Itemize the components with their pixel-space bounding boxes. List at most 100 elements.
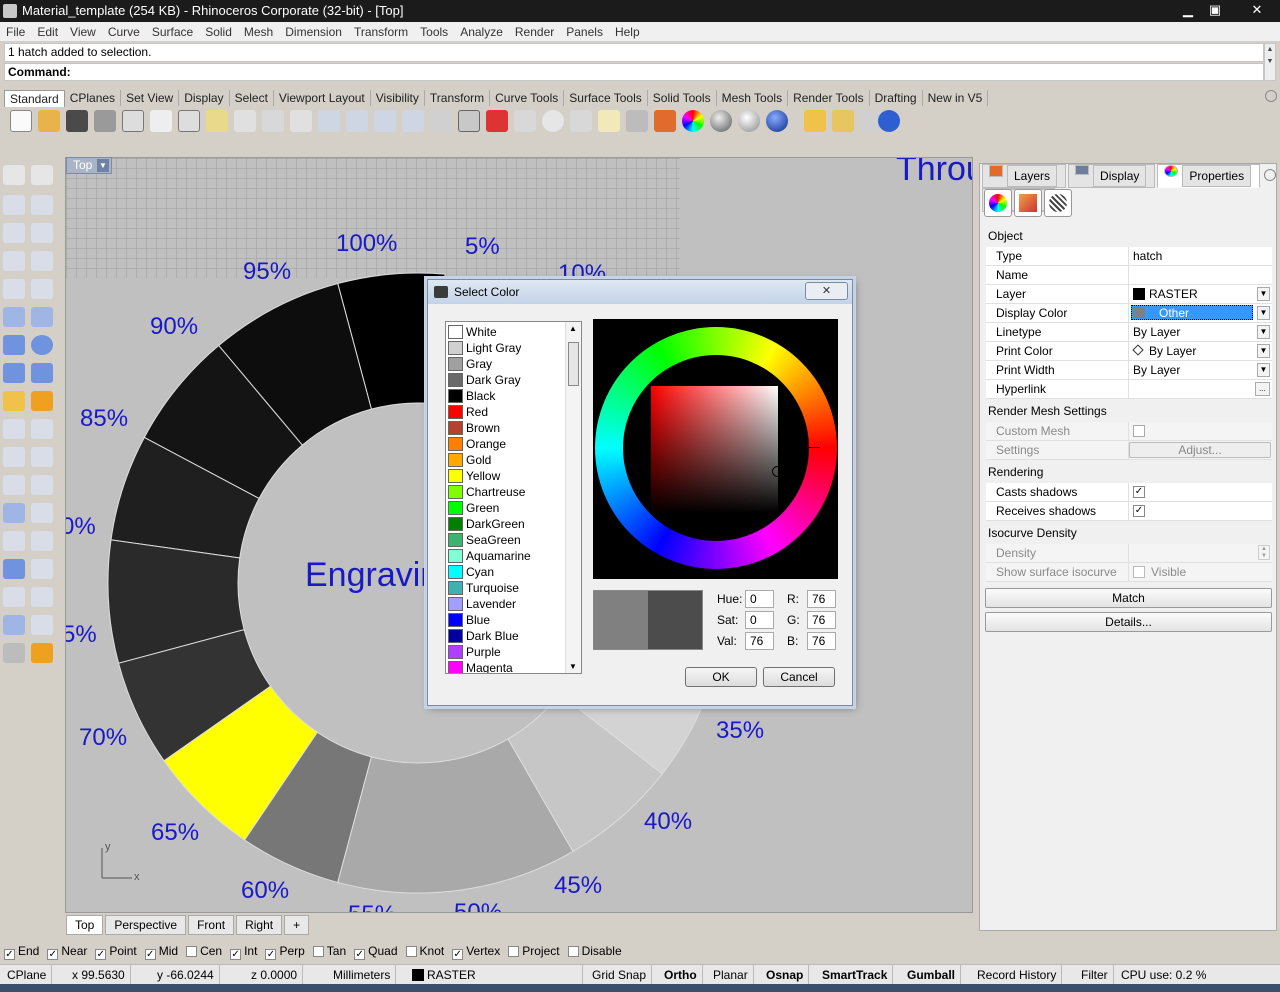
hue-marker[interactable] (808, 447, 820, 448)
adjust-button[interactable]: Adjust... (1129, 442, 1271, 458)
color-list-item[interactable]: Lavender (448, 596, 566, 612)
hyperlink-field[interactable]: ... (1128, 380, 1272, 398)
tab-select[interactable]: Select (230, 90, 274, 106)
new-file-icon[interactable] (10, 110, 32, 132)
check-icon[interactable] (31, 615, 53, 635)
color-list-item[interactable]: DarkGreen (448, 516, 566, 532)
loft-icon[interactable] (31, 307, 53, 327)
osnap-point[interactable]: ✓ Point (95, 943, 137, 960)
menu-view[interactable]: View (64, 22, 102, 42)
osnap-cen[interactable]: Cen (186, 943, 222, 960)
color-list-item[interactable]: Green (448, 500, 566, 516)
vp-tab-front[interactable]: Front (188, 915, 235, 935)
color-wheel-picker[interactable] (593, 319, 838, 579)
print-width-dropdown-icon[interactable]: ▼ (1257, 363, 1270, 377)
tab-standard[interactable]: Standard (4, 90, 65, 107)
array-icon[interactable] (3, 587, 25, 607)
name-field[interactable] (1128, 266, 1272, 284)
saturation-value-square[interactable] (651, 386, 778, 513)
curve-icon[interactable] (31, 195, 53, 215)
menu-render[interactable]: Render (509, 22, 560, 42)
undo-icon[interactable] (234, 110, 256, 132)
osnap-checkbox[interactable]: ✓ (95, 949, 107, 960)
density-spinner[interactable]: ▲ ▼ (1258, 545, 1270, 560)
sphere-solid-icon[interactable] (31, 335, 53, 355)
visible-checkbox[interactable] (1133, 566, 1145, 578)
g-input[interactable]: 76 (807, 611, 836, 629)
color-list-item[interactable]: Yellow (448, 468, 566, 484)
custom-mesh-checkbox[interactable] (1133, 425, 1145, 437)
print-color-dropdown-icon[interactable]: ▼ (1257, 344, 1270, 358)
color-list-item[interactable]: Dark Blue (448, 628, 566, 644)
status-units[interactable]: Millimeters (328, 965, 397, 985)
color-list-item[interactable]: Turquoise (448, 580, 566, 596)
snapshot-icon[interactable] (514, 110, 536, 132)
status-gumball[interactable]: Gumball (902, 965, 962, 985)
trim-icon[interactable] (3, 419, 25, 439)
select-points-icon[interactable] (542, 110, 564, 132)
receives-shadows-checkbox[interactable]: ✓ (1133, 505, 1145, 517)
panel-gear-icon[interactable] (1264, 169, 1276, 181)
vp-tab-right[interactable]: Right (236, 915, 283, 935)
cylinder-solid-icon[interactable] (3, 363, 25, 383)
layer-select[interactable]: RASTER ▼ (1128, 285, 1272, 303)
minimize-button[interactable]: ▁ (1176, 0, 1200, 20)
status-grid-snap[interactable]: Grid Snap (587, 965, 653, 985)
chamfer-icon[interactable] (31, 475, 53, 495)
osnap-checkbox[interactable]: ✓ (452, 949, 464, 960)
tab-drafting[interactable]: Drafting (870, 90, 923, 106)
details-button[interactable]: Details... (985, 612, 1272, 632)
viewport-dropdown-icon[interactable]: ▼ (97, 159, 109, 172)
rendered-sphere-icon[interactable] (738, 110, 760, 132)
rectangle-icon[interactable] (31, 251, 53, 271)
menu-file[interactable]: File (0, 22, 31, 42)
menu-help[interactable]: Help (609, 22, 646, 42)
color-list-item[interactable]: White (448, 324, 566, 340)
r-input[interactable]: 76 (807, 590, 836, 608)
osnap-knot[interactable]: Knot (405, 943, 444, 960)
color-list-item[interactable]: SeaGreen (448, 532, 566, 548)
layer-dropdown-icon[interactable]: ▼ (1257, 287, 1270, 301)
maximize-button[interactable]: ▣ (1203, 0, 1227, 20)
cancel-button[interactable]: Cancel (763, 667, 835, 687)
box-solid-icon[interactable] (3, 335, 25, 355)
casts-shadows-checkbox[interactable]: ✓ (1133, 486, 1145, 498)
render-mesh-icon[interactable] (3, 643, 25, 663)
vp-tab-top[interactable]: Top (66, 915, 104, 935)
polyline-icon[interactable] (3, 195, 25, 215)
dialog-close-button[interactable]: ✕ (805, 282, 848, 300)
menu-panels[interactable]: Panels (560, 22, 609, 42)
hue-input[interactable]: 0 (745, 590, 774, 608)
color-list-item[interactable]: Black (448, 388, 566, 404)
display-color-select[interactable]: Other ▼ (1128, 304, 1272, 322)
tab-curve-tools[interactable]: Curve Tools (490, 90, 565, 106)
fillet-curve-icon[interactable] (31, 279, 53, 299)
status-smarttrack[interactable]: SmartTrack (817, 965, 894, 985)
copy-icon[interactable] (178, 110, 200, 132)
hyperlink-browse-button[interactable]: ... (1255, 382, 1270, 396)
panel-tab-display[interactable]: Display (1068, 164, 1156, 188)
tab-render-tools[interactable]: Render Tools (788, 90, 870, 106)
vp-tab-add[interactable]: + (284, 915, 310, 935)
print-icon[interactable] (94, 110, 116, 132)
command-input[interactable]: Command: (4, 63, 1264, 81)
osnap-checkbox[interactable] (508, 946, 520, 957)
osnap-checkbox[interactable]: ✓ (265, 949, 277, 960)
fillet-icon[interactable] (3, 475, 25, 495)
tab-set-view[interactable]: Set View (121, 90, 180, 106)
osnap-quad[interactable]: ✓ Quad (354, 943, 398, 960)
color-list-item[interactable]: Cyan (448, 564, 566, 580)
display-color-dropdown-icon[interactable]: ▼ (1257, 306, 1270, 320)
color-list-item[interactable]: Magenta (448, 660, 566, 673)
split-icon[interactable] (31, 419, 53, 439)
group-icon[interactable] (3, 531, 25, 551)
b-input[interactable]: 76 (807, 632, 836, 650)
color-list-item[interactable]: Red (448, 404, 566, 420)
render-icon[interactable] (766, 110, 788, 132)
linetype-dropdown-icon[interactable]: ▼ (1257, 325, 1270, 339)
osnap-int[interactable]: ✓ Int (230, 943, 257, 960)
dimension-tool-icon[interactable] (31, 503, 53, 523)
menu-tools[interactable]: Tools (414, 22, 454, 42)
tab-cplanes[interactable]: CPlanes (65, 90, 122, 106)
tab-surface-tools[interactable]: Surface Tools (564, 90, 648, 106)
